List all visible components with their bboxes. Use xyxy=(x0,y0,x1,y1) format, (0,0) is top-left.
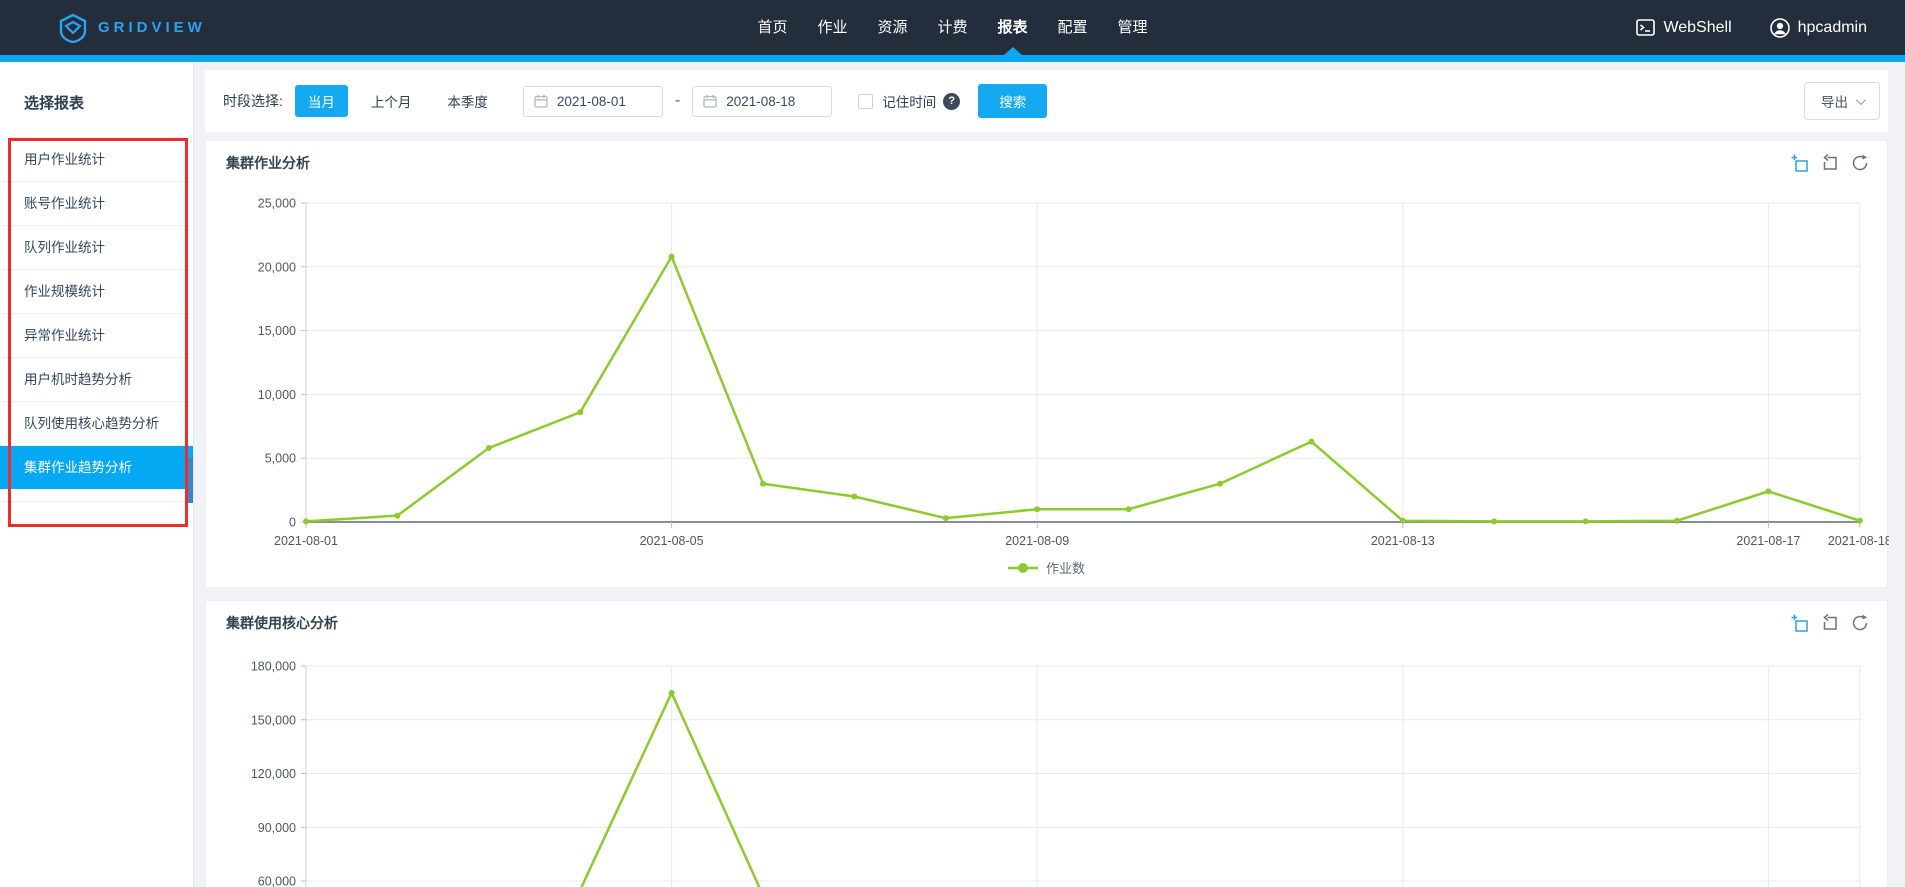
svg-text:20,000: 20,000 xyxy=(258,260,296,274)
sidebar-item-queue-core-trend[interactable]: 队列使用核心趋势分析 xyxy=(0,401,193,445)
brand-name: GRIDVIEW xyxy=(98,19,206,36)
username-label: hpcadmin xyxy=(1798,19,1867,37)
calendar-icon xyxy=(703,94,717,108)
svg-text:60,000: 60,000 xyxy=(258,875,296,887)
cluster-core-usage-panel: 集群使用核心分析 030,00060,00090,000120,000150,0… xyxy=(205,600,1888,887)
svg-text:2021-08-17: 2021-08-17 xyxy=(1736,534,1800,548)
svg-text:2021-08-13: 2021-08-13 xyxy=(1371,534,1435,548)
date-from-input[interactable]: 2021-08-01 xyxy=(523,86,663,117)
period-select-label: 时段选择: xyxy=(223,91,283,111)
nav-item-admin[interactable]: 管理 xyxy=(1103,0,1163,55)
chart1-legend[interactable]: 作业数 xyxy=(206,558,1887,577)
main-nav: 首页 作业 资源 计费 报表 配置 管理 xyxy=(742,0,1162,55)
zoom-reset-icon[interactable] xyxy=(1821,614,1839,632)
data-zoom-icon[interactable] xyxy=(1791,154,1809,172)
date-to-value: 2021-08-18 xyxy=(726,94,795,109)
svg-text:2021-08-01: 2021-08-01 xyxy=(274,534,338,548)
nav-item-jobs[interactable]: 作业 xyxy=(802,0,862,55)
svg-text:180,000: 180,000 xyxy=(251,660,296,674)
calendar-icon xyxy=(534,94,548,108)
svg-text:150,000: 150,000 xyxy=(251,713,296,727)
nav-item-resources[interactable]: 资源 xyxy=(862,0,922,55)
svg-text:15,000: 15,000 xyxy=(258,324,296,338)
svg-text:2021-08-18: 2021-08-18 xyxy=(1828,534,1889,548)
chart2-toolbox xyxy=(1791,614,1869,632)
search-button[interactable]: 搜索 xyxy=(978,84,1047,118)
sidebar-item-user-cpu-hours-trend[interactable]: 用户机时趋势分析 xyxy=(0,357,193,401)
svg-text:2021-08-09: 2021-08-09 xyxy=(1005,534,1069,548)
user-menu[interactable]: hpcadmin xyxy=(1770,18,1867,38)
sidebar-item-queue-job-stats[interactable]: 队列作业统计 xyxy=(0,225,193,269)
svg-text:25,000: 25,000 xyxy=(258,197,296,211)
sidebar-item-account-job-stats[interactable]: 账号作业统计 xyxy=(0,181,193,225)
nav-item-reports[interactable]: 报表 xyxy=(983,0,1043,55)
sidebar-scrollbar-thumb[interactable] xyxy=(187,458,193,503)
sidebar-item-abnormal-job-stats[interactable]: 异常作业统计 xyxy=(0,313,193,357)
refresh-icon[interactable] xyxy=(1851,154,1869,172)
preset-last-month-button[interactable]: 上个月 xyxy=(358,85,425,117)
nav-item-home[interactable]: 首页 xyxy=(742,0,802,55)
report-sidebar: 选择报表 用户作业统计 账号作业统计 队列作业统计 作业规模统计 异常作业统计 … xyxy=(0,62,194,887)
remember-time-label: 记住时间 xyxy=(882,91,936,111)
filter-toolbar: 时段选择: 当月 上个月 本季度 2021-08-01 - 2021-08-18… xyxy=(205,70,1888,132)
svg-text:120,000: 120,000 xyxy=(251,767,296,781)
list-divider xyxy=(0,489,193,502)
date-to-input[interactable]: 2021-08-18 xyxy=(692,86,832,117)
export-label: 导出 xyxy=(1821,91,1848,111)
gridview-logo[interactable]: GRIDVIEW xyxy=(58,0,206,55)
remember-time-checkbox[interactable] xyxy=(858,94,873,109)
user-avatar-icon xyxy=(1770,18,1790,38)
legend-marker-icon xyxy=(1008,562,1038,574)
accent-bar xyxy=(0,55,1905,62)
nav-item-config[interactable]: 配置 xyxy=(1043,0,1103,55)
sidebar-title: 选择报表 xyxy=(0,62,193,137)
report-list: 用户作业统计 账号作业统计 队列作业统计 作业规模统计 异常作业统计 用户机时趋… xyxy=(0,137,193,502)
export-button[interactable]: 导出 xyxy=(1804,82,1880,120)
preset-this-quarter-button[interactable]: 本季度 xyxy=(434,85,501,117)
date-range-separator: - xyxy=(675,92,680,110)
zoom-reset-icon[interactable] xyxy=(1821,154,1839,172)
sidebar-item-job-scale-stats[interactable]: 作业规模统计 xyxy=(0,269,193,313)
nav-item-billing[interactable]: 计费 xyxy=(922,0,982,55)
webshell-label: WebShell xyxy=(1663,19,1731,37)
svg-text:10,000: 10,000 xyxy=(258,388,296,402)
preset-current-month-button[interactable]: 当月 xyxy=(295,85,348,117)
chevron-down-icon xyxy=(1856,95,1866,105)
webshell-button[interactable]: WebShell xyxy=(1636,19,1731,37)
help-icon[interactable]: ? xyxy=(943,93,960,110)
date-from-value: 2021-08-01 xyxy=(557,94,626,109)
terminal-icon xyxy=(1636,19,1655,36)
legend-label: 作业数 xyxy=(1046,558,1085,577)
data-zoom-icon[interactable] xyxy=(1791,614,1809,632)
top-navbar: GRIDVIEW 首页 作业 资源 计费 报表 配置 管理 WebShell h… xyxy=(0,0,1905,55)
svg-text:2021-08-05: 2021-08-05 xyxy=(640,534,704,548)
svg-text:0: 0 xyxy=(289,516,296,530)
cluster-cores-line-chart[interactable]: 030,00060,00090,000120,000150,000180,000… xyxy=(206,601,1889,887)
cluster-jobs-line-chart[interactable]: 0 5,000 10,000 15,000 20,000 25,000 2021-08-01… xyxy=(206,141,1889,589)
gridview-logo-icon xyxy=(58,13,88,43)
chart1-toolbox xyxy=(1791,154,1869,172)
svg-text:5,000: 5,000 xyxy=(265,452,296,466)
navbar-right: WebShell hpcadmin xyxy=(1636,0,1867,55)
sidebar-item-user-job-stats[interactable]: 用户作业统计 xyxy=(0,137,193,181)
cluster-job-analysis-panel: 集群作业分析 05,00010,00015,00020,00025,000202… xyxy=(205,140,1888,588)
svg-text:90,000: 90,000 xyxy=(258,821,296,835)
refresh-icon[interactable] xyxy=(1851,614,1869,632)
sidebar-item-cluster-job-trend[interactable]: 集群作业趋势分析 xyxy=(0,445,193,489)
